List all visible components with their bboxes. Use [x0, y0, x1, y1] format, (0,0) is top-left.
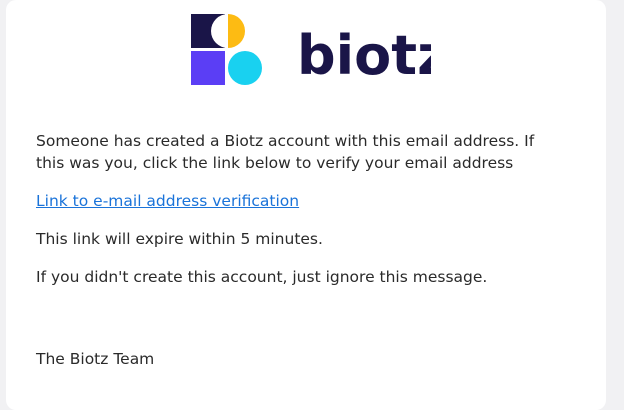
intro-text: Someone has created a Biotz account with… — [36, 132, 535, 172]
ignore-note: If you didn't create this account, just … — [36, 268, 488, 286]
email-body: Someone has created a Biotz account with… — [36, 130, 566, 288]
expiry-note: This link will expire within 5 minutes. — [36, 230, 323, 248]
verification-link[interactable]: Link to e-mail address verification — [36, 190, 299, 212]
biotz-logo: biotz — [191, 14, 431, 87]
logo-cyan-circle — [228, 51, 262, 85]
logo-wordmark: biotz — [297, 24, 431, 87]
logo-yellow-semicircle — [228, 14, 245, 48]
signature: The Biotz Team — [36, 350, 155, 368]
logo-purple-square — [191, 51, 225, 85]
email-card: biotz Someone has created a Biotz accoun… — [6, 0, 606, 410]
